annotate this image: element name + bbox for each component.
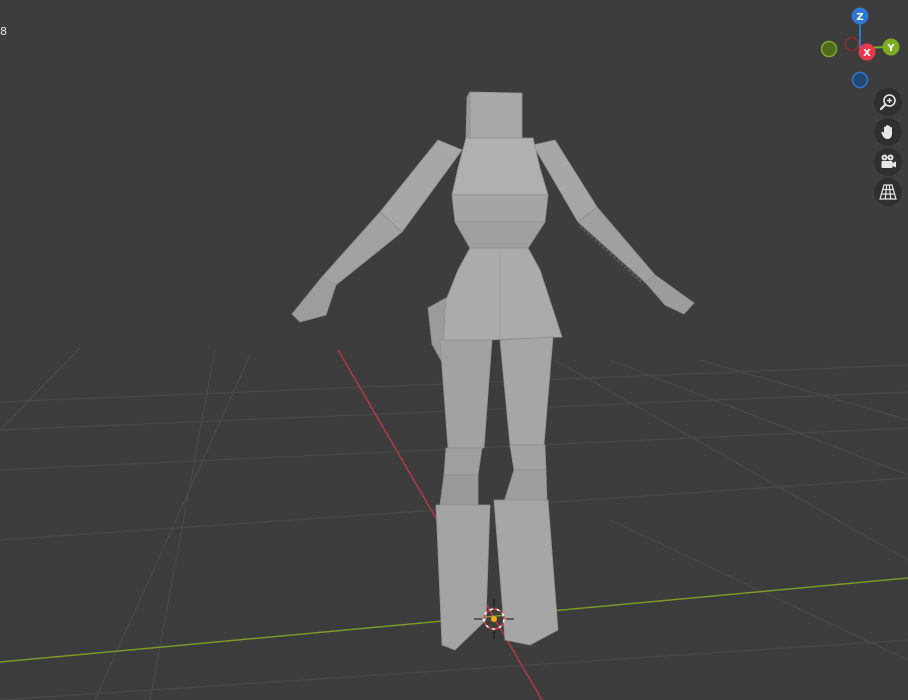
viewport-overlay-text: 8 <box>0 25 7 38</box>
axis-gizmo[interactable]: Z Y X <box>812 4 908 94</box>
character-mesh[interactable] <box>291 91 695 651</box>
zoom-icon <box>879 94 896 111</box>
neg-z-axis-handle[interactable] <box>851 71 869 89</box>
pan-button[interactable] <box>874 118 902 146</box>
x-axis-label: X <box>863 48 871 59</box>
3d-viewport[interactable]: 8 Z Y X <box>0 0 908 700</box>
y-axis-label: Y <box>886 43 895 54</box>
x-axis-handle[interactable]: X <box>858 43 876 61</box>
z-axis-handle[interactable]: Z <box>851 7 869 25</box>
camera-view-button[interactable] <box>874 148 902 176</box>
neg-y-axis-handle[interactable] <box>820 40 838 58</box>
scene-canvas[interactable] <box>0 0 908 700</box>
camera-view-icon <box>881 154 896 168</box>
zoom-button[interactable] <box>874 88 902 116</box>
hand-pan-icon <box>881 125 892 139</box>
y-axis-handle[interactable]: Y <box>882 38 900 56</box>
neg-x-axis-handle[interactable] <box>844 36 860 52</box>
z-axis-label: Z <box>856 12 863 23</box>
perspective-toggle-button[interactable] <box>874 178 902 206</box>
perspective-grid-icon <box>879 184 897 200</box>
